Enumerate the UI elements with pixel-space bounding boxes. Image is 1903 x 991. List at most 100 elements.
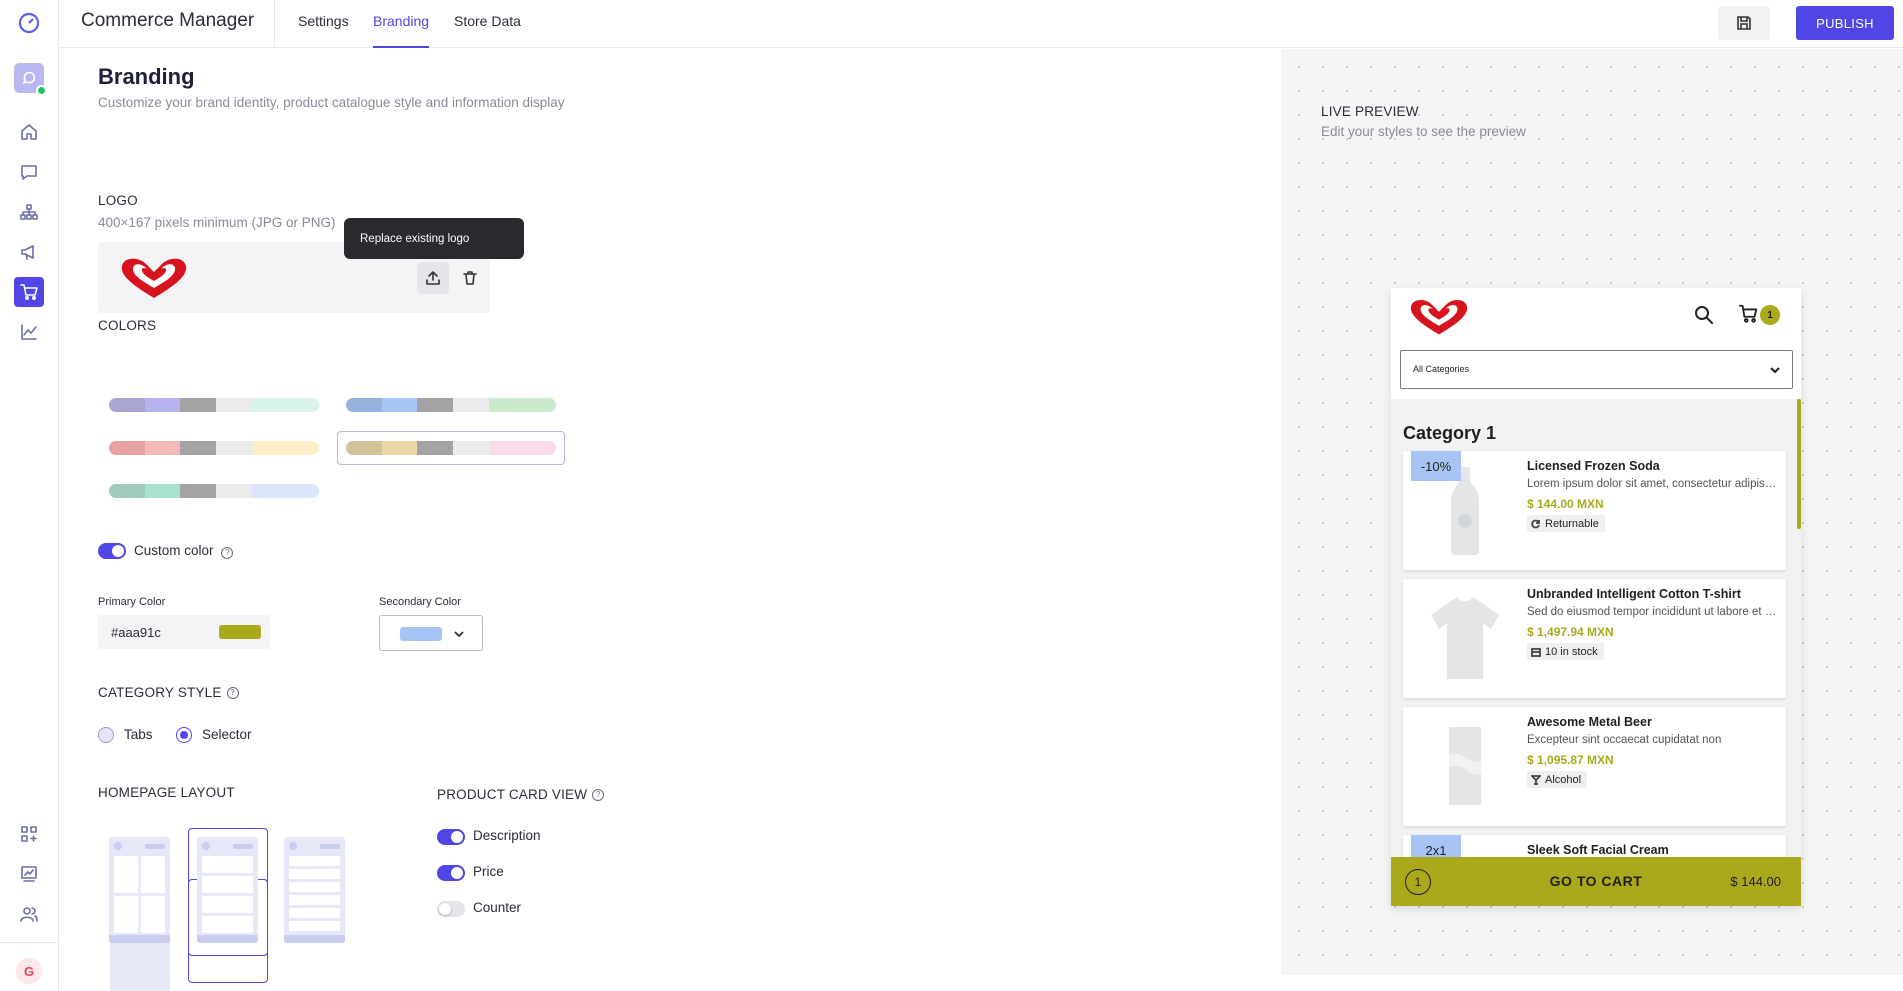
delete-logo-button[interactable]	[454, 262, 486, 294]
preview-cart-icon[interactable]	[1738, 303, 1762, 327]
palette-swatch	[144, 398, 181, 412]
chevron-down-icon	[454, 631, 464, 638]
top-divider	[274, 0, 275, 48]
user-avatar[interactable]: G	[16, 958, 42, 984]
users-icon[interactable]	[14, 899, 44, 929]
product-tag-text: Alcohol	[1545, 773, 1582, 786]
go-to-cart-bar[interactable]: 1 GO TO CART $ 144.00	[1391, 857, 1801, 906]
description-toggle[interactable]	[437, 829, 465, 845]
category-style-tabs-radio[interactable]	[98, 727, 114, 743]
product-card-view-label: PRODUCT CARD VIEW ?	[437, 787, 605, 802]
product-tag: Returnable	[1527, 515, 1605, 532]
chat-icon[interactable]	[14, 157, 44, 187]
trash-icon	[463, 271, 477, 285]
palette-swatch	[216, 484, 252, 498]
primary-color-label: Primary Color	[98, 596, 166, 608]
upload-logo-button[interactable]	[417, 262, 449, 294]
palette-swatch	[381, 398, 418, 412]
primary-color-swatch[interactable]	[219, 625, 261, 639]
palette-swatch	[144, 484, 181, 498]
product-price: $ 144.00 MXN	[1527, 497, 1604, 511]
rail-divider	[0, 942, 59, 943]
palette-option-3[interactable]	[109, 441, 319, 455]
brand-logo	[121, 258, 187, 298]
palette-swatch	[180, 441, 217, 455]
can-icon	[1423, 721, 1507, 811]
app-logo-icon[interactable]	[16, 10, 42, 36]
product-card[interactable]: -10% Licensed Frozen Soda Lorem ipsum do…	[1403, 451, 1786, 570]
tab-branding[interactable]: Branding	[373, 13, 430, 48]
reports-icon[interactable]	[14, 859, 44, 889]
price-toggle-label: Price	[473, 864, 504, 879]
product-card[interactable]: Unbranded Intelligent Cotton T-shirt Sed…	[1403, 579, 1786, 698]
cart-icon[interactable]	[14, 277, 44, 307]
product-description: Sed do eiusmod tempor incididunt ut labo…	[1527, 606, 1777, 618]
palette-swatch	[144, 441, 181, 455]
replace-logo-tooltip: Replace existing logo	[344, 218, 524, 259]
app-title: Commerce Manager	[81, 10, 255, 31]
layout-compact-thumb[interactable]	[284, 837, 345, 943]
secondary-color-select[interactable]	[379, 615, 483, 651]
box-icon	[1531, 647, 1541, 657]
home-icon[interactable]	[14, 117, 44, 147]
product-price: $ 1,497.94 MXN	[1527, 625, 1614, 639]
palette-swatch	[109, 398, 145, 412]
product-name: Licensed Frozen Soda	[1527, 459, 1660, 473]
product-description: Lorem ipsum dolor sit amet, consectetur …	[1527, 478, 1777, 490]
page-title: Branding	[98, 64, 195, 89]
primary-color-field[interactable]: #aaa91c	[98, 615, 270, 649]
preview-category-select[interactable]: All Categories	[1400, 350, 1793, 389]
save-icon	[1737, 16, 1751, 30]
description-toggle-label: Description	[473, 828, 541, 843]
palette-swatch	[488, 398, 556, 412]
preview-category-select-value: All Categories	[1413, 364, 1470, 374]
product-name: Unbranded Intelligent Cotton T-shirt	[1527, 587, 1741, 601]
whatsapp-status-dot	[36, 85, 47, 96]
preview-scrollbar[interactable]	[1797, 399, 1801, 529]
palette-option-1[interactable]	[109, 398, 319, 412]
page-subtitle: Customize your brand identity, product c…	[98, 95, 565, 110]
palette-option-2[interactable]	[346, 398, 556, 412]
glass-icon	[1531, 774, 1541, 785]
help-icon[interactable]: ?	[592, 788, 605, 801]
preview-category-title: Category 1	[1403, 423, 1497, 443]
palette-option-4[interactable]	[346, 441, 556, 455]
palette-swatch	[346, 441, 382, 455]
price-toggle[interactable]	[437, 865, 465, 881]
chevron-down-icon	[1770, 367, 1780, 374]
category-style-text: CATEGORY STYLE	[98, 685, 222, 700]
palette-option-5[interactable]	[109, 484, 319, 498]
palette-swatch	[488, 441, 556, 455]
counter-toggle[interactable]	[437, 901, 465, 917]
product-tag: Alcohol	[1527, 771, 1588, 788]
product-tag: 10 in stock	[1527, 643, 1604, 660]
palette-swatch	[180, 398, 217, 412]
refresh-icon	[1531, 519, 1540, 528]
publish-button[interactable]: PUBLISH	[1796, 6, 1894, 40]
product-description: Excepteur sint occaecat cupidatat non	[1527, 734, 1722, 746]
preview-search-icon[interactable]	[1693, 304, 1715, 326]
whatsapp-account-icon[interactable]	[14, 63, 47, 96]
save-button[interactable]	[1718, 6, 1770, 40]
palette-swatch	[251, 484, 319, 498]
product-price: $ 1,095.87 MXN	[1527, 753, 1614, 767]
product-tag-text: Returnable	[1545, 517, 1599, 530]
tab-settings[interactable]: Settings	[298, 13, 349, 48]
help-icon[interactable]: ?	[221, 546, 234, 559]
help-icon[interactable]: ?	[226, 686, 239, 699]
preview-brand-logo	[1410, 300, 1468, 335]
tab-store-data[interactable]: Store Data	[454, 13, 521, 48]
category-style-selector-radio[interactable]	[176, 727, 192, 743]
product-card[interactable]: Awesome Metal Beer Excepteur sint occaec…	[1403, 707, 1786, 826]
megaphone-icon[interactable]	[14, 237, 44, 267]
layout-grid-thumb[interactable]	[109, 837, 170, 943]
palette-swatch	[216, 441, 252, 455]
analytics-icon[interactable]	[14, 317, 44, 347]
product-name: Sleek Soft Facial Cream	[1527, 843, 1669, 857]
product-card-view-text: PRODUCT CARD VIEW	[437, 787, 588, 802]
apps-add-icon[interactable]	[14, 819, 44, 849]
secondary-color-label: Secondary Color	[379, 596, 461, 608]
org-chart-icon[interactable]	[14, 197, 44, 227]
custom-color-toggle[interactable]	[98, 543, 126, 559]
palette-swatch	[251, 441, 319, 455]
